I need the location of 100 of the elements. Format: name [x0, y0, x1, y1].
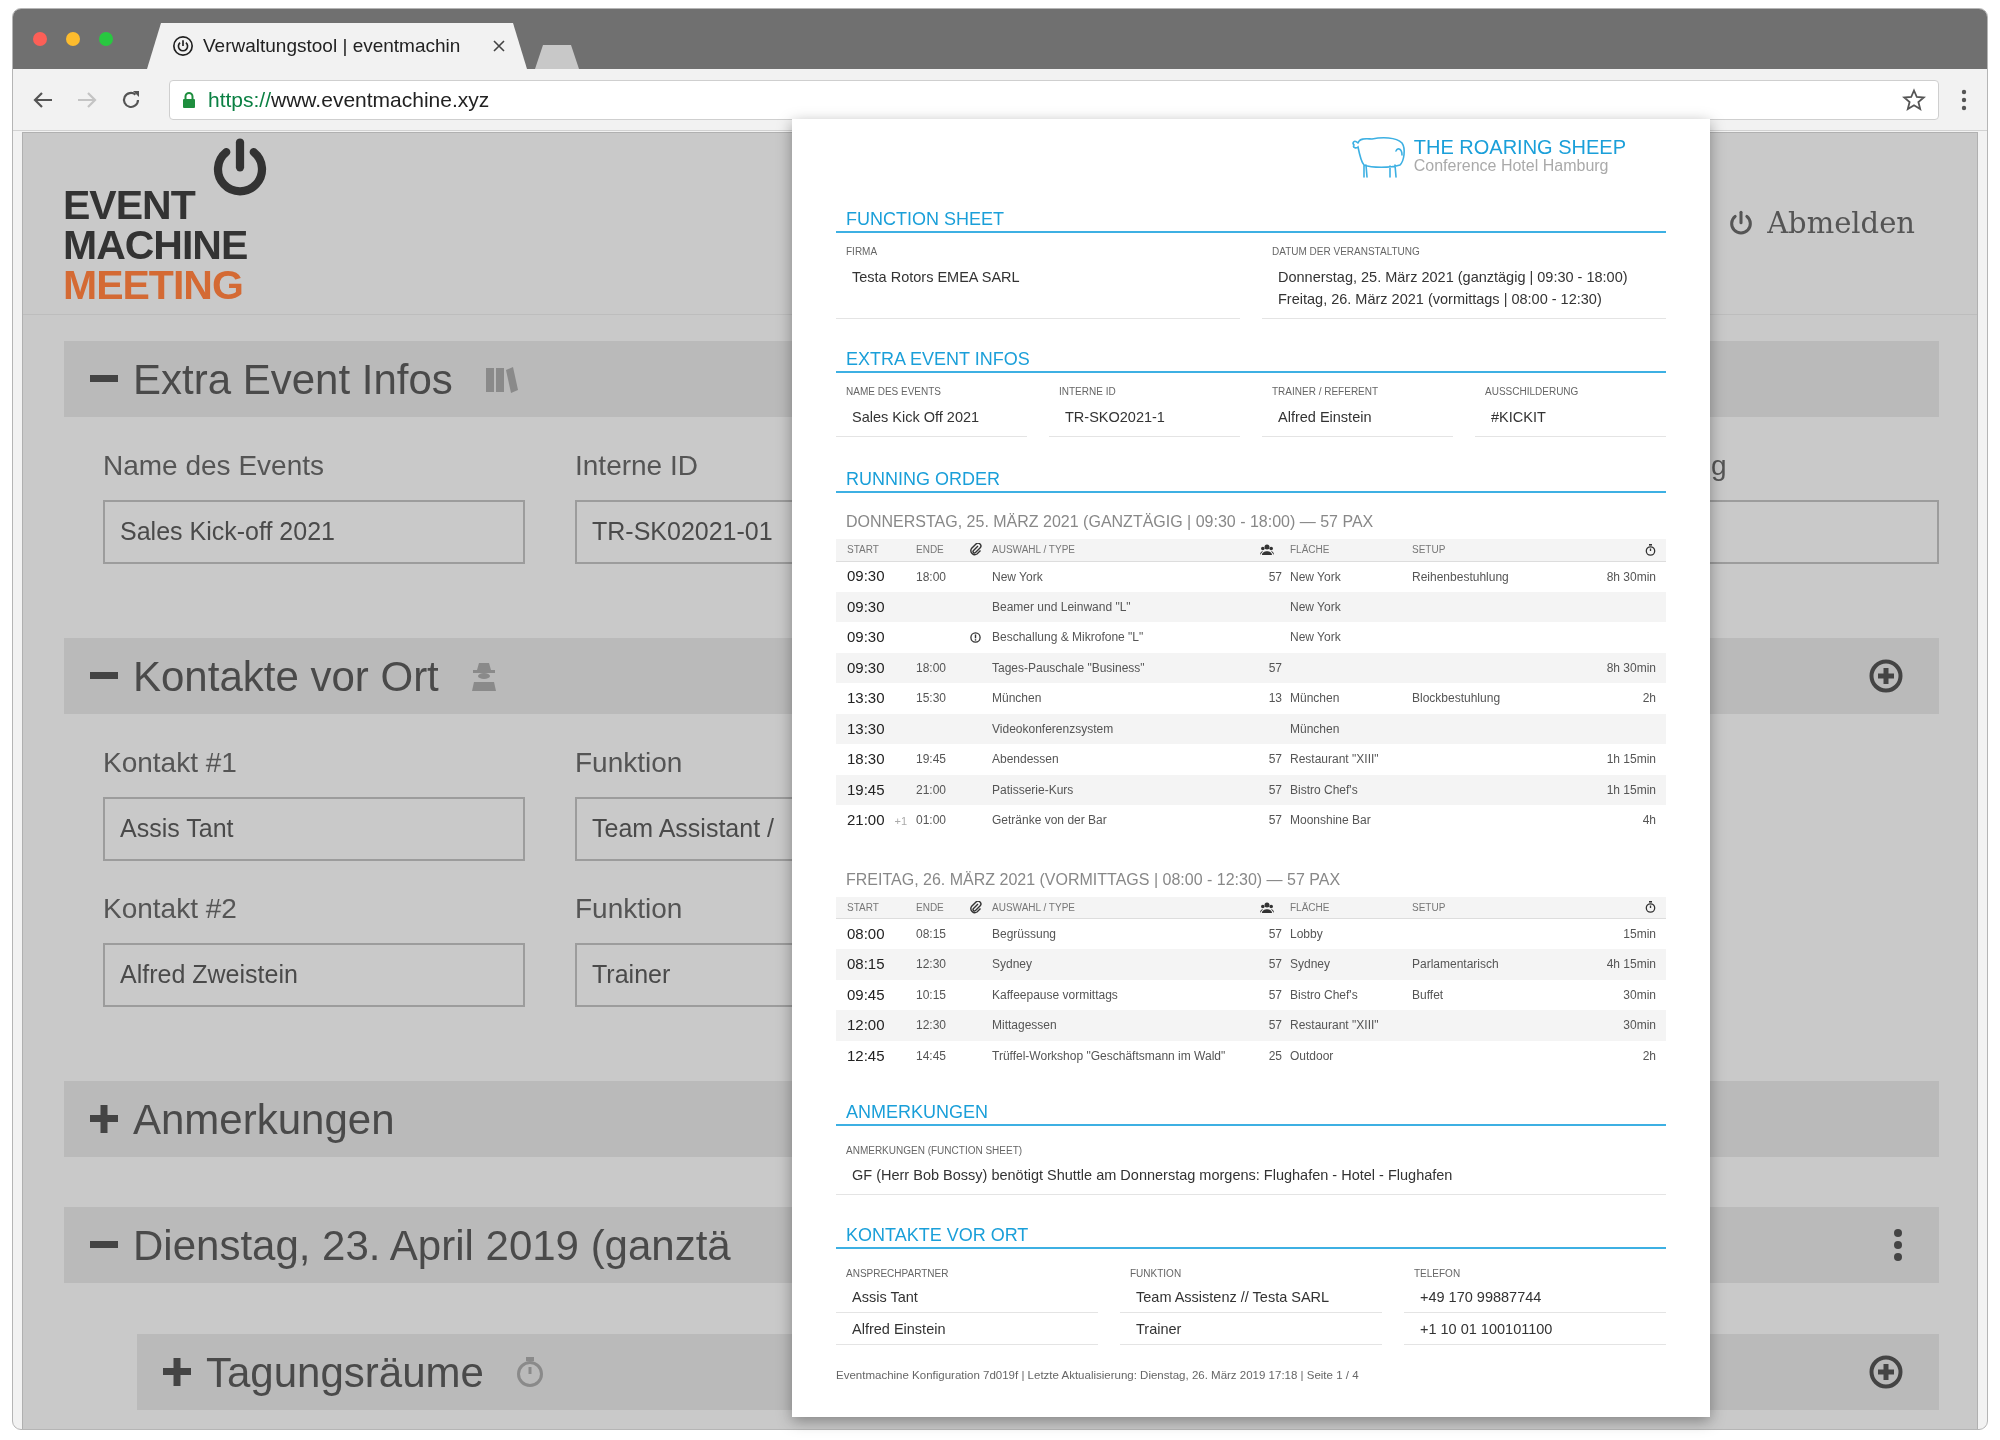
logo-text: EVENT: [63, 185, 195, 225]
end-time: 18:00: [916, 660, 947, 675]
duration: 2h: [1642, 691, 1656, 706]
area-name: München: [1290, 721, 1340, 736]
field-label: AUSSCHILDERUNG: [1484, 385, 1580, 399]
item-type: Mittagessen: [992, 1018, 1057, 1033]
duration: 4h 15min: [1606, 957, 1656, 972]
column-header: SETUP: [1412, 901, 1446, 913]
field-label: g: [1711, 450, 1727, 482]
setup-type: Buffet: [1412, 987, 1444, 1002]
table-cell: +49 170 99887744: [1404, 1281, 1666, 1313]
area-name: Moonshine Bar: [1290, 813, 1371, 828]
pax-count: 57: [1268, 1018, 1282, 1033]
section-heading: KONTAKTE VOR ORT: [836, 1223, 1666, 1249]
end-time: 08:15: [916, 927, 947, 941]
column-header: AUSWAHL / TYPE: [992, 901, 1075, 913]
duration: 8h 30min: [1606, 569, 1656, 584]
field-value: Testa Rotors EMEA SARL: [852, 268, 1021, 287]
day-heading: FREITAG, 26. MÄRZ 2021 (VORMITTAGS | 08:00 - 12:30) — 57 PAX: [845, 869, 1342, 890]
item-type: Patisserie-Kurs: [992, 782, 1074, 797]
end-time: 12:30: [916, 957, 947, 972]
field-label: Funktion: [575, 893, 683, 925]
duration: 2h: [1642, 1048, 1656, 1063]
end-time: 21:00: [916, 782, 947, 797]
field-label: Kontakt #2: [103, 893, 237, 925]
section-heading: RUNNING ORDER: [836, 467, 1666, 493]
area-name: Bistro Chef's: [1290, 987, 1358, 1002]
column-header: START: [847, 901, 879, 913]
area-name: Lobby: [1290, 927, 1323, 941]
footer-text: Eventmachine Konfiguration 7d019f | Letzte Aktualisierung: Dienstag, 26. März 2019 17:18 | Seite 1 / 4: [836, 1368, 1360, 1383]
start-time: 09:45: [847, 985, 885, 1003]
end-time: 14:45: [916, 1048, 947, 1063]
field-value: Alfred Einstein: [1278, 408, 1373, 427]
item-type: Tages-Pauschale "Business": [992, 660, 1145, 675]
section-title: Dienstag, 23. April 2019 (ganztä: [133, 1220, 731, 1271]
section-title: Anmerkungen: [133, 1094, 395, 1145]
field-value: Freitag, 26. März 2021 (vormittags | 08:00 - 12:30): [1278, 290, 1603, 309]
field-label: Interne ID: [575, 450, 698, 482]
setup-type: Parlamentarisch: [1412, 957, 1499, 972]
setup-type: Blockbestuhlung: [1412, 691, 1501, 706]
start-time: 19:45: [847, 780, 885, 798]
field-label: ANSPRECHPARTNER: [845, 1267, 950, 1281]
column-header: FLÄCHE: [1290, 544, 1330, 556]
item-type: Begrüssung: [992, 927, 1057, 941]
end-time: 18:00: [916, 569, 947, 584]
field-label: FUNKTION: [1129, 1267, 1183, 1281]
start-time: 13:30: [847, 689, 885, 706]
pax-count: 57: [1268, 813, 1282, 828]
field-label: INTERNE ID: [1058, 385, 1117, 399]
area-name: Restaurant "XIII": [1290, 752, 1379, 767]
area-name: Outdoor: [1290, 1048, 1334, 1063]
section-title: Tagungsräume: [206, 1347, 484, 1398]
column-header: SETUP: [1412, 544, 1446, 556]
field-label: Funktion: [575, 747, 683, 779]
start-time: 09:30: [847, 658, 885, 676]
pax-count: 57: [1268, 957, 1282, 972]
pax-count: 13: [1268, 691, 1282, 706]
item-type: Abendessen: [992, 752, 1059, 767]
field-label: NAME DES EVENTS: [845, 385, 943, 399]
pax-count: 57: [1268, 927, 1282, 941]
area-name: München: [1290, 691, 1340, 706]
column-header: ENDE: [916, 901, 944, 913]
area-name: New York: [1290, 569, 1341, 584]
start-time: 18:30: [847, 750, 885, 767]
area-name: Restaurant "XIII": [1290, 1018, 1379, 1033]
duration: 30min: [1623, 987, 1656, 1002]
field-label: ANMERKUNGEN (FUNCTION SHEET): [845, 1144, 1024, 1158]
table-cell: +1 10 01 100101100: [1404, 1313, 1666, 1345]
field-label: TRAINER / REFERENT: [1271, 385, 1380, 399]
column-header: ENDE: [916, 544, 944, 556]
start-time: 09:30: [847, 567, 885, 585]
section-heading: ANMERKUNGEN: [836, 1100, 1666, 1126]
field-value: GF (Herr Bob Bossy) benötigt Shuttle am Donnerstag morgens: Flughafen - Hotel - Flughafen: [836, 1158, 1666, 1195]
table-cell: Alfred Einstein: [836, 1313, 1098, 1345]
end-time: 15:30: [916, 691, 947, 706]
pax-count: 25: [1268, 1048, 1282, 1063]
section-heading: FUNCTION SHEET: [836, 207, 1666, 233]
pax-count: 57: [1268, 987, 1282, 1002]
column-header: FLÄCHE: [1290, 901, 1330, 913]
start-time: 08:00: [847, 924, 885, 942]
field-value: TR-SKO2021-1: [1065, 408, 1166, 427]
table-cell: Trainer: [1120, 1313, 1382, 1345]
duration: 1h 15min: [1606, 752, 1656, 767]
field-value: Donnerstag, 25. März 2021 (ganztägig | 09:30 - 18:00): [1278, 268, 1629, 287]
hotel-name: THE ROARING SHEEP: [1413, 137, 1626, 157]
pax-count: 57: [1268, 660, 1282, 675]
start-time: 13:30: [847, 719, 885, 737]
area-name: New York: [1290, 599, 1341, 614]
field-label: Name des Events: [103, 450, 324, 482]
setup-type: Reihenbestuhlung: [1412, 569, 1509, 584]
duration: 30min: [1623, 1018, 1656, 1033]
area-name: Sydney: [1290, 957, 1331, 972]
end-time: 10:15: [916, 987, 947, 1002]
field-label: TELEFON: [1413, 1267, 1462, 1281]
start-time: 08:15: [847, 955, 885, 972]
column-header: START: [847, 544, 879, 556]
table-cell: Assis Tant: [836, 1281, 1098, 1313]
area-name: Bistro Chef's: [1290, 782, 1358, 797]
section-title: Kontakte vor Ort: [133, 651, 439, 702]
field-label: Kontakt #1: [103, 747, 237, 779]
